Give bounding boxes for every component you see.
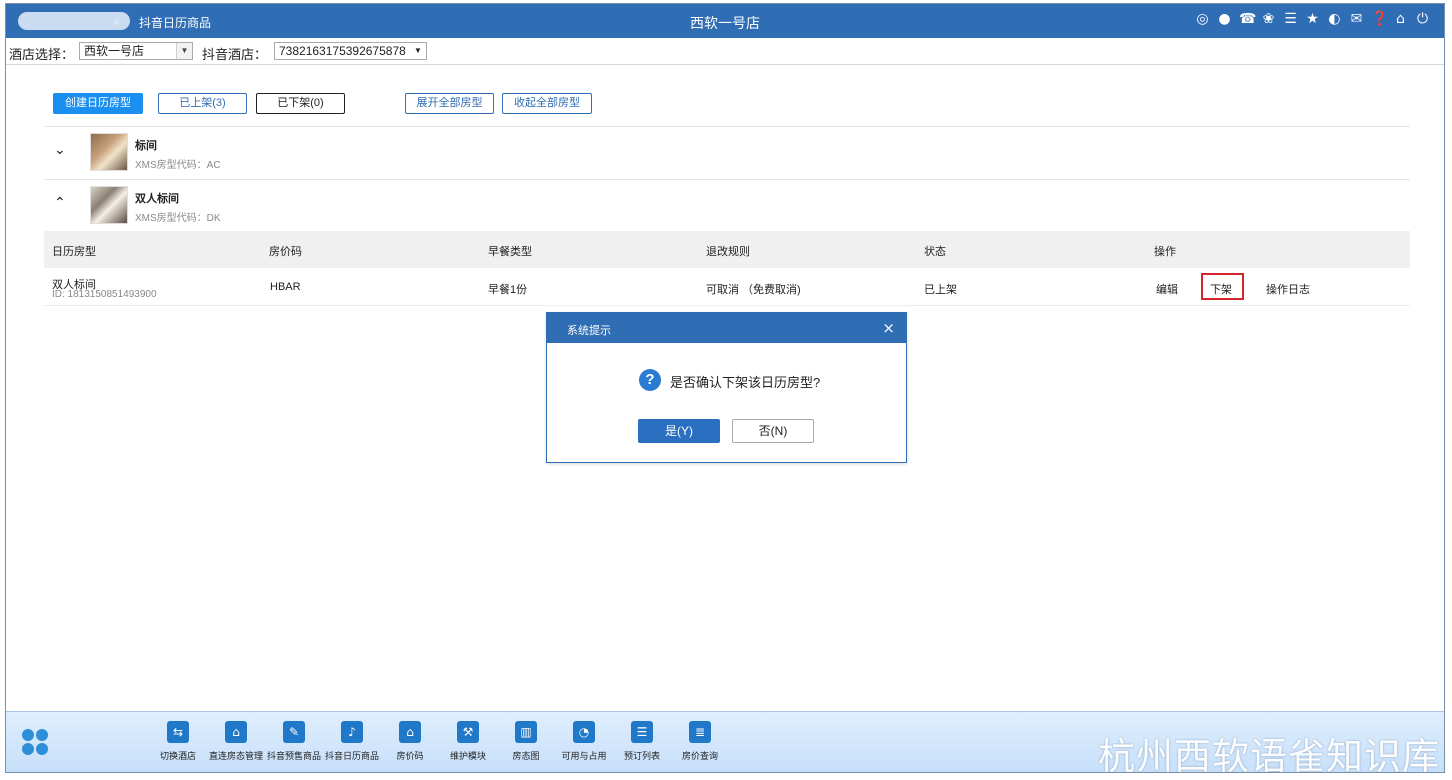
confirm-dialog: 系统提示 × ? 是否确认下架该日历房型? 是(Y) 否(N) xyxy=(546,312,907,463)
hotel-select-label: 酒店选择： xyxy=(9,47,75,62)
dock-item-label: 直连房态管理 xyxy=(208,751,263,761)
room-group-code: XMS房型代码：AC xyxy=(135,160,221,171)
column-header: 状态 xyxy=(924,246,946,258)
expand-all-button[interactable]: 展开全部房型 xyxy=(405,93,494,114)
dock-item-room-status[interactable]: ⌂ 直连房态管理 xyxy=(207,721,265,762)
hotel-select-value: 西软一号店 xyxy=(84,44,145,58)
home-icon[interactable]: ⌂ xyxy=(1393,12,1408,27)
palette-icon[interactable]: ❀ xyxy=(1261,12,1276,27)
star-icon[interactable]: ★ xyxy=(1305,12,1320,27)
home-icon: ⌂ xyxy=(399,721,421,743)
room-group-code: XMS房型代码：DK xyxy=(135,213,221,224)
titlebar-icons: ◎ ● ☎ ❀ ☰ ★ ◐ ✉ ❓ ⌂ ⏻ xyxy=(1195,12,1430,27)
dock: ⇆ 切换酒店 ⌂ 直连房态管理 ✎ 抖音预售商品 ♪ 抖音日历商品 ⌂ 房价码 … xyxy=(149,721,729,762)
confirm-yes-button[interactable]: 是(Y) xyxy=(638,419,720,443)
dock-item-label: 房态图 xyxy=(512,751,540,761)
contrast-icon[interactable]: ◐ xyxy=(1327,12,1342,27)
dialog-header: 系统提示 × xyxy=(547,313,906,343)
phone-icon[interactable]: ☎ xyxy=(1239,12,1256,27)
rate-code-cell: HBAR xyxy=(270,281,301,293)
dock-item-rate-code[interactable]: ⌂ 房价码 xyxy=(381,721,439,762)
dock-item-calendar-goods[interactable]: ♪ 抖音日历商品 xyxy=(323,721,381,762)
help-icon[interactable]: ❓ xyxy=(1371,12,1388,27)
dock-item-label: 预订列表 xyxy=(623,751,660,761)
dock-item-switch-hotel[interactable]: ⇆ 切换酒店 xyxy=(149,721,207,762)
pie-chart-icon: ◔ xyxy=(573,721,595,743)
douyin-hotel-value: 7382163175392675878 xyxy=(279,44,406,58)
room-group[interactable]: ⌃ 双人标间 XMS房型代码：DK xyxy=(44,181,1410,231)
chevron-down-icon[interactable]: ▼ xyxy=(410,43,426,59)
dock-item-availability[interactable]: ◔ 可用与占用 xyxy=(555,721,613,762)
dock-item-label: 房价码 xyxy=(396,751,424,761)
menu-icon[interactable]: ☰ xyxy=(1283,12,1298,27)
dock-item-label: 房价查询 xyxy=(681,751,718,761)
room-group-name: 标间 xyxy=(135,140,157,152)
confirm-no-button[interactable]: 否(N) xyxy=(732,419,814,443)
house-icon: ⌂ xyxy=(225,721,247,743)
dock-item-label: 抖音日历商品 xyxy=(324,751,379,761)
list-icon: ☰ xyxy=(631,721,653,743)
room-group-name: 双人标间 xyxy=(135,193,179,205)
watermark: 杭州西软语雀知识库 xyxy=(1098,735,1440,773)
wrench-icon: ⚒ xyxy=(457,721,479,743)
status-badge: 已上架 xyxy=(924,284,957,296)
operation-log-link[interactable]: 操作日志 xyxy=(1266,281,1310,297)
column-header: 日历房型 xyxy=(52,246,96,258)
breakfast-cell: 早餐1份 xyxy=(488,284,528,296)
edit-icon: ✎ xyxy=(283,721,305,743)
hotel-selector-row: 酒店选择： 西软一号店 ▼ 抖音酒店： 7382163175392675878 … xyxy=(6,38,1444,65)
database-icon: ≣ xyxy=(689,721,711,743)
minimize-icon[interactable]: ● xyxy=(1217,12,1232,27)
building-icon: ▥ xyxy=(515,721,537,743)
dialog-title: 系统提示 xyxy=(567,325,611,337)
room-thumbnail xyxy=(90,133,128,171)
dock-item-reservations[interactable]: ☰ 预订列表 xyxy=(613,721,671,762)
question-icon: ? xyxy=(639,369,661,391)
policy-cell: 可取消 （免费取消) xyxy=(706,284,801,296)
unlist-link[interactable]: 下架 xyxy=(1210,281,1232,297)
dock-item-label: 抖音预售商品 xyxy=(266,751,321,761)
hotel-select[interactable]: 西软一号店 ▼ xyxy=(79,42,193,60)
tiktok-icon: ♪ xyxy=(341,721,363,743)
power-icon[interactable]: ⏻ xyxy=(1415,12,1430,27)
collapse-all-button[interactable]: 收起全部房型 xyxy=(502,93,592,114)
unlisted-filter-button[interactable]: 已下架(0) xyxy=(256,93,345,114)
column-header: 退改规则 xyxy=(706,246,750,258)
chevron-up-icon[interactable]: ⌃ xyxy=(54,195,66,211)
room-id-cell: ID: 1813150851493900 xyxy=(52,289,157,300)
table-row: 双人标间 ID: 1813150851493900 HBAR 早餐1份 可取消 … xyxy=(44,268,1410,306)
wifi-icon[interactable]: ◎ xyxy=(1195,12,1210,27)
column-header: 操作 xyxy=(1154,246,1176,258)
bottom-dock-bar: ⇆ 切换酒店 ⌂ 直连房态管理 ✎ 抖音预售商品 ♪ 抖音日历商品 ⌂ 房价码 … xyxy=(6,711,1444,773)
chevron-down-icon[interactable]: ▼ xyxy=(176,43,192,59)
divider xyxy=(44,126,1410,127)
douyin-hotel-select[interactable]: 7382163175392675878 ▼ xyxy=(274,42,427,60)
edit-link[interactable]: 编辑 xyxy=(1156,281,1178,297)
switch-icon: ⇆ xyxy=(167,721,189,743)
dock-item-rate-query[interactable]: ≣ 房价查询 xyxy=(671,721,729,762)
table-header: 日历房型 房价码 早餐类型 退改规则 状态 操作 xyxy=(44,231,1410,268)
app-logo-icon[interactable] xyxy=(22,729,48,755)
dialog-message: 是否确认下架该日历房型? xyxy=(670,375,821,390)
column-header: 早餐类型 xyxy=(488,246,532,258)
mail-icon[interactable]: ✉ xyxy=(1349,12,1364,27)
app-window: ⌕ 抖音日历商品 西软一号店 ◎ ● ☎ ❀ ☰ ★ ◐ ✉ ❓ ⌂ ⏻ 酒店选… xyxy=(5,3,1445,773)
title-bar: ⌕ 抖音日历商品 西软一号店 ◎ ● ☎ ❀ ☰ ★ ◐ ✉ ❓ ⌂ ⏻ xyxy=(6,4,1444,38)
dock-item-label: 维护模块 xyxy=(449,751,486,761)
create-calendar-room-button[interactable]: 创建日历房型 xyxy=(53,93,143,114)
dock-item-presale[interactable]: ✎ 抖音预售商品 xyxy=(265,721,323,762)
room-thumbnail xyxy=(90,186,128,224)
listed-filter-button[interactable]: 已上架(3) xyxy=(158,93,247,114)
dock-item-label: 可用与占用 xyxy=(561,751,607,761)
divider xyxy=(44,179,1410,180)
close-icon[interactable]: × xyxy=(882,319,895,337)
room-group[interactable]: ⌄ 标间 XMS房型代码：AC xyxy=(44,128,1410,178)
dock-item-maintenance[interactable]: ⚒ 维护模块 xyxy=(439,721,497,762)
column-header: 房价码 xyxy=(269,246,302,258)
chevron-down-icon[interactable]: ⌄ xyxy=(54,142,66,158)
douyin-hotel-label: 抖音酒店： xyxy=(202,47,268,62)
dock-item-label: 切换酒店 xyxy=(159,751,196,761)
dock-item-room-map[interactable]: ▥ 房态图 xyxy=(497,721,555,762)
